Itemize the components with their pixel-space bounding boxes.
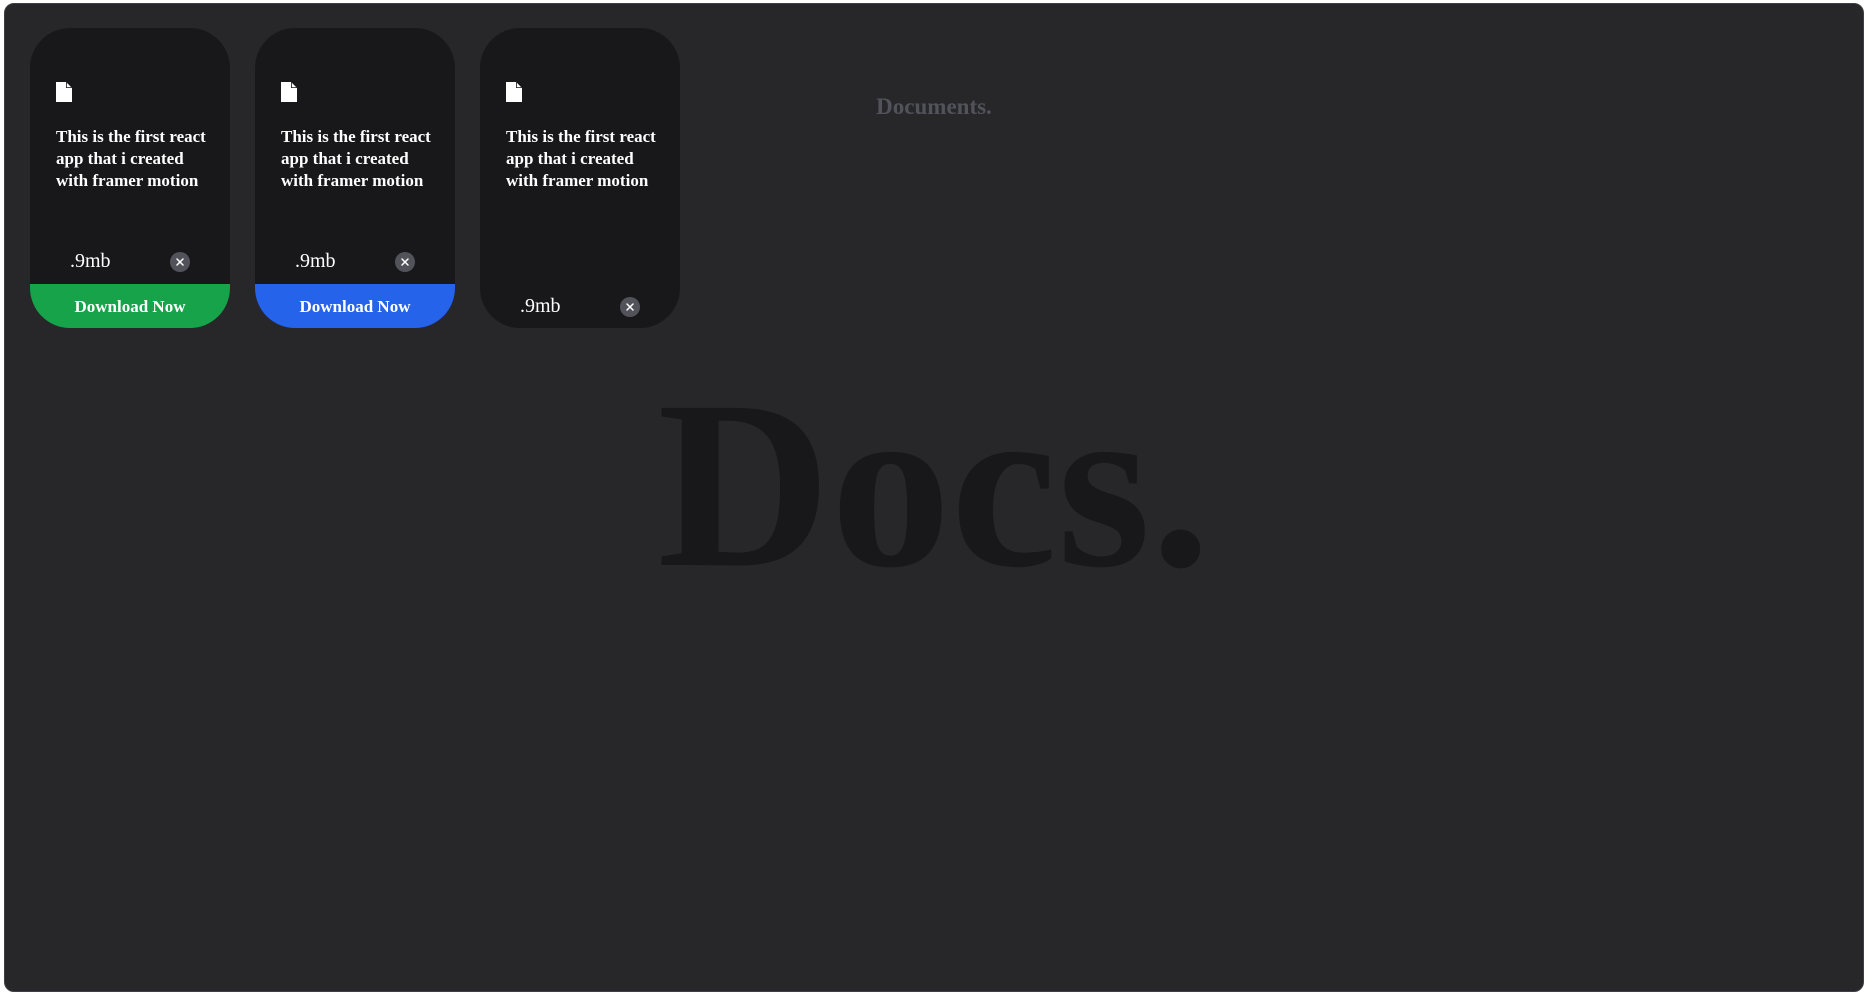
app-window: Documents. Docs. This is the first react… (4, 3, 1864, 992)
card-list: This is the first react app that i creat… (30, 28, 680, 328)
document-card[interactable]: This is the first react app that i creat… (255, 28, 455, 328)
close-icon[interactable] (620, 297, 640, 317)
card-footer: .9mb (480, 285, 680, 328)
card-footer: .9mb (30, 240, 230, 284)
file-icon (56, 82, 72, 102)
close-icon[interactable] (170, 252, 190, 272)
download-button[interactable]: Download Now (30, 284, 230, 328)
card-description: This is the first react app that i creat… (56, 127, 206, 190)
background-title: Docs. (657, 351, 1211, 617)
file-size: .9mb (295, 250, 336, 272)
close-icon[interactable] (395, 252, 415, 272)
card-description: This is the first react app that i creat… (506, 127, 656, 190)
file-icon (281, 82, 297, 102)
file-size: .9mb (520, 295, 561, 317)
download-button[interactable]: Download Now (255, 284, 455, 328)
document-card[interactable]: This is the first react app that i creat… (480, 28, 680, 328)
card-footer: .9mb (255, 240, 455, 284)
card-description: This is the first react app that i creat… (281, 127, 431, 190)
file-size: .9mb (70, 250, 111, 272)
document-card[interactable]: This is the first react app that i creat… (30, 28, 230, 328)
file-icon (506, 82, 522, 102)
